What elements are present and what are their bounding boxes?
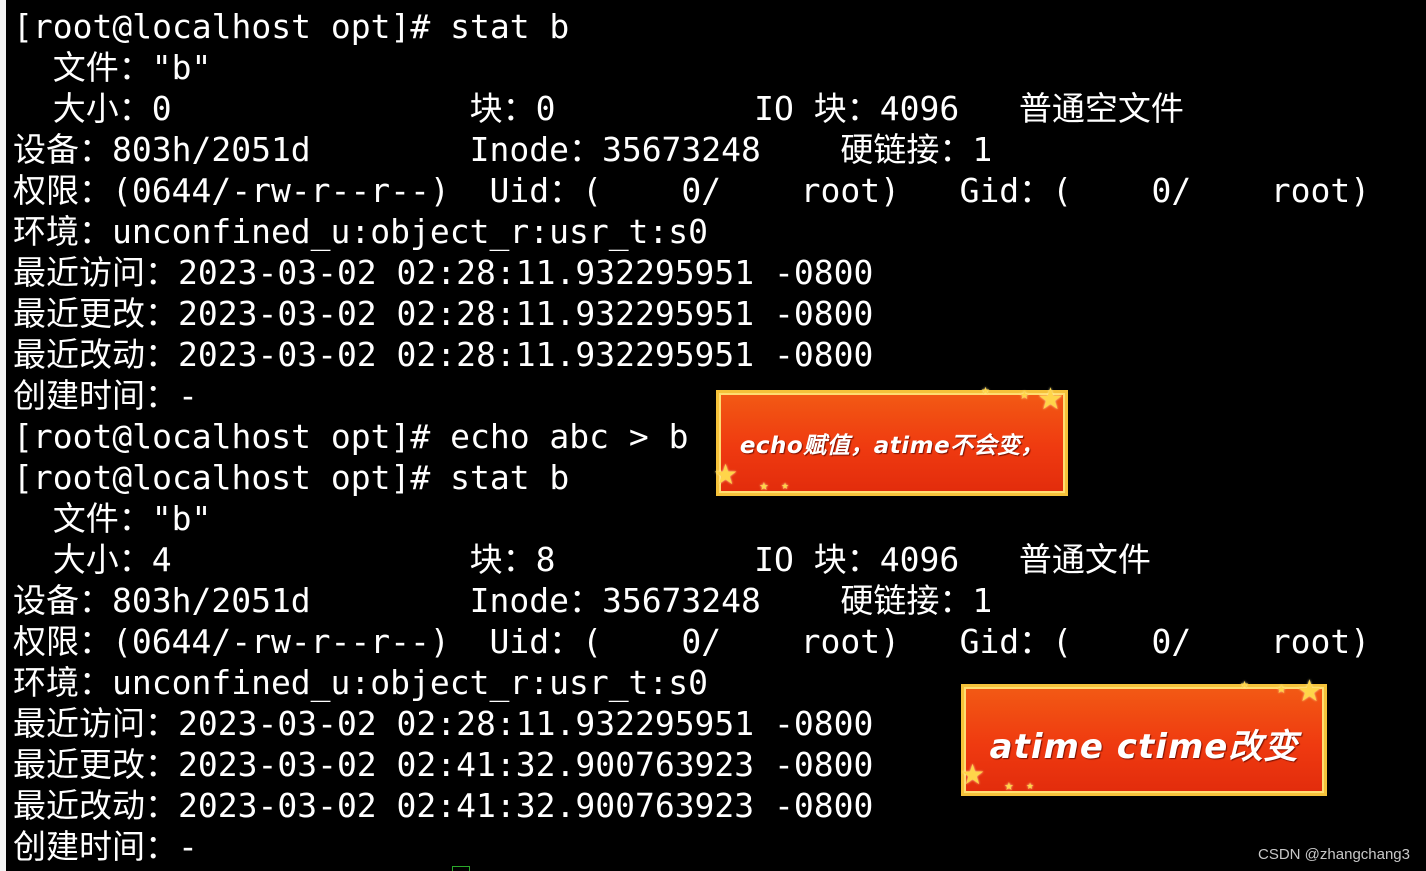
star-icon: ★ (713, 458, 739, 491)
stat-device-line: 设备：803h/2051d Inode：35673248 硬链接：1 (13, 581, 993, 620)
stat-birth-line: 创建时间：- (13, 827, 198, 866)
stat-size-line: 大小：4 块：8 IO 块：4096 普通文件 (13, 540, 1151, 579)
stat-birth-line: 创建时间：- (13, 376, 198, 415)
stat-atime-line: 最近访问：2023-03-02 02:28:11.932295951 -0800 (13, 253, 874, 292)
stat-ctime-line: 最近改动：2023-03-02 02:41:32.900763923 -0800 (13, 786, 874, 825)
star-icon: ★ (1296, 674, 1323, 709)
prompt-line: [root@localhost opt]# stat b (13, 458, 570, 497)
stat-size-line: 大小：0 块：0 IO 块：4096 普通空文件 (13, 89, 1184, 128)
stat-atime-line: 最近访问：2023-03-02 02:28:11.932295951 -0800 (13, 704, 874, 743)
prompt-line: [root@localhost opt]# stat b (13, 7, 570, 46)
annotation-text: atime ctime改变 (989, 727, 1299, 767)
annotation-badge-echo: echo赋值，atime不会变， ★ ★ ★ ★ ★ ★ (713, 385, 1068, 496)
star-icon: ★ (1004, 780, 1014, 793)
stat-mtime-line: 最近更改：2023-03-02 02:28:11.932295951 -0800 (13, 294, 874, 333)
stat-file-line: 文件："b" (13, 499, 212, 538)
stat-device-line: 设备：803h/2051d Inode：35673248 硬链接：1 (13, 130, 993, 169)
stat-file-line: 文件："b" (13, 48, 212, 87)
stat-access-line: 权限：(0644/-rw-r--r--) Uid：( 0/ root) Gid：… (13, 622, 1371, 661)
stat-access-line: 权限：(0644/-rw-r--r--) Uid：( 0/ root) Gid：… (13, 171, 1371, 210)
star-icon: ★ (1037, 382, 1064, 417)
star-icon: ★ (759, 480, 769, 493)
stat-mtime-line: 最近更改：2023-03-02 02:41:32.900763923 -0800 (13, 745, 874, 784)
star-icon: ★ (781, 482, 790, 492)
prompt-line: [root@localhost opt]# echo abc > b (13, 417, 689, 456)
star-icon: ★ (981, 386, 990, 397)
window-edge (0, 0, 6, 871)
watermark: CSDN @zhangchang3 (1258, 846, 1410, 863)
cursor-marker (452, 866, 470, 871)
star-icon: ★ (1026, 782, 1035, 792)
stat-ctime-line: 最近改动：2023-03-02 02:28:11.932295951 -0800 (13, 335, 874, 374)
stat-context-line: 环境：unconfined_u:object_r:usr_t:s0 (13, 663, 709, 702)
star-icon: ★ (960, 758, 986, 791)
star-icon: ★ (1276, 682, 1287, 696)
star-icon: ★ (1019, 388, 1030, 402)
stat-context-line: 环境：unconfined_u:object_r:usr_t:s0 (13, 212, 709, 251)
annotation-badge-time-change: atime ctime改变 ★ ★ ★ ★ ★ ★ (960, 677, 1327, 796)
annotation-text: echo赋值，atime不会变， (739, 433, 1045, 459)
star-icon: ★ (1240, 680, 1249, 691)
